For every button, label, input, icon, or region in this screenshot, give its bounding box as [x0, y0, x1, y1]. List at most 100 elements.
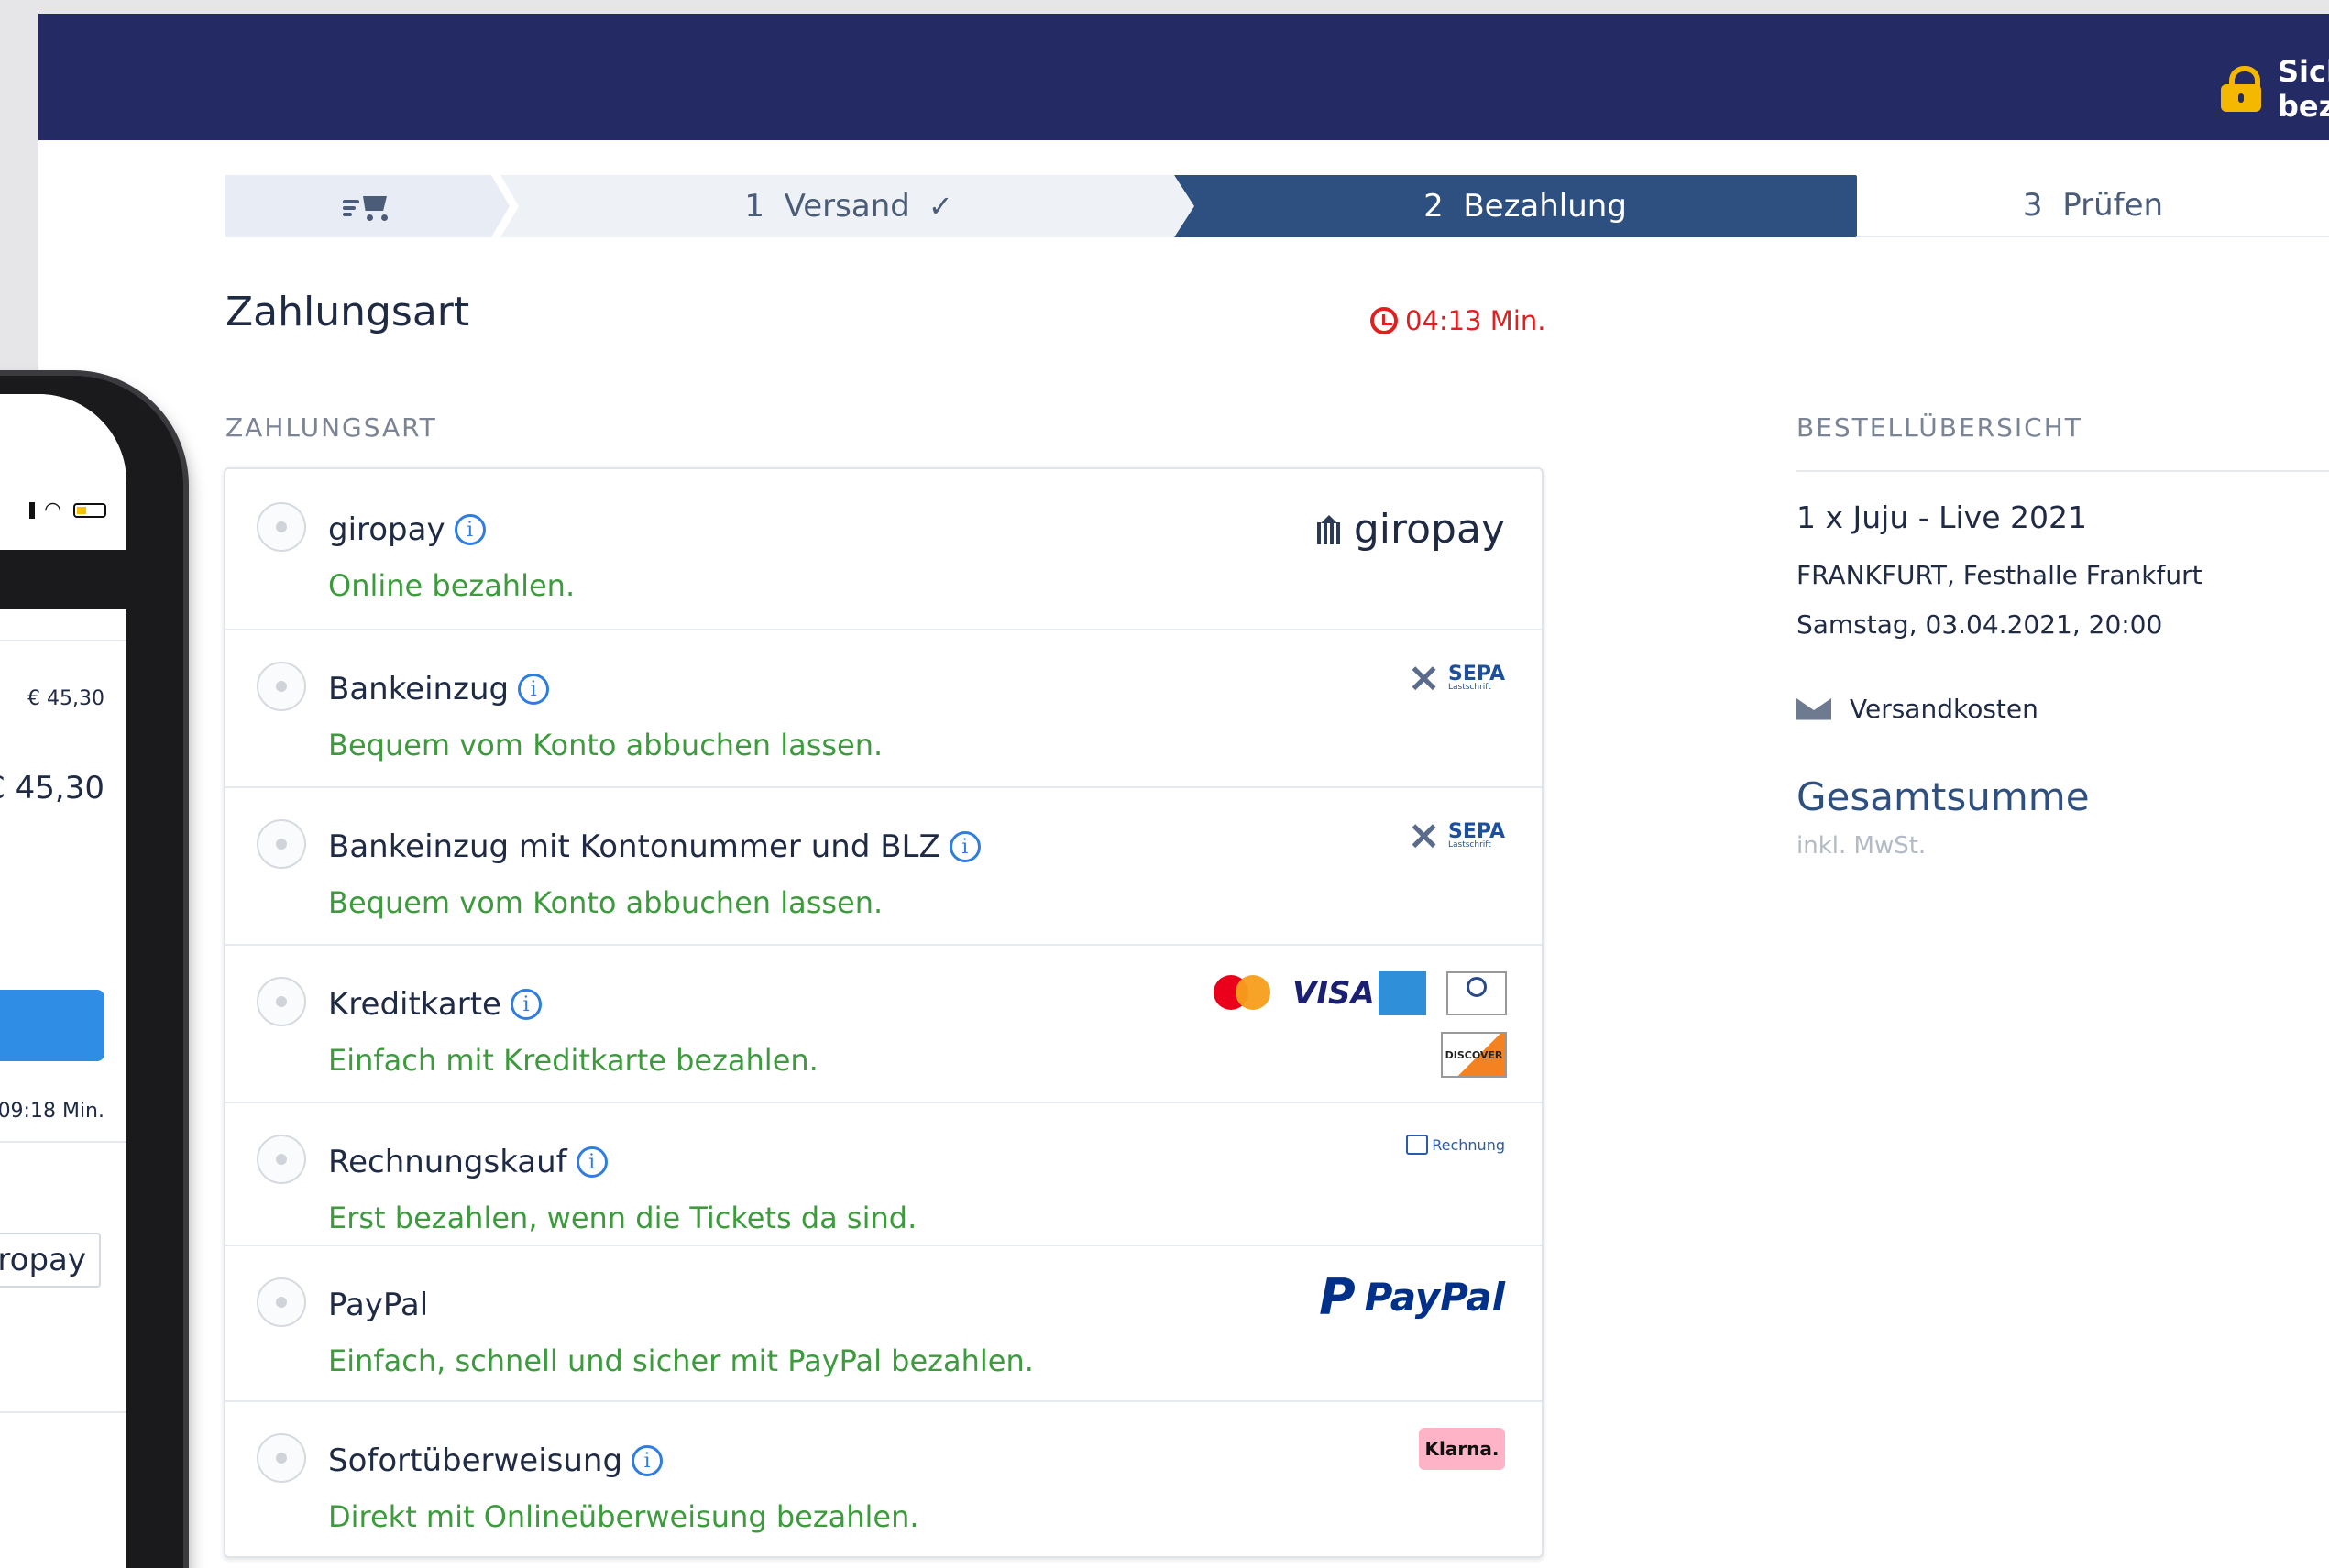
payment-methods-list: giropay i Online bezahlen. giropay Banke… [224, 467, 1544, 1558]
rechnung-logo: Rechnung [1406, 1135, 1505, 1155]
checkout-page: Sicher bezahlen 1 Versand ✓ 2 [38, 14, 2329, 1568]
step-number: 2 [1423, 188, 1444, 225]
sepa-mark-icon: ⨯ [1407, 654, 1441, 701]
info-icon[interactable]: i [454, 514, 486, 545]
payment-description: Direkt mit Onlineüberweisung bezahlen. [328, 1499, 919, 1534]
info-icon[interactable]: i [949, 831, 981, 862]
payment-option-bankeinzug[interactable]: Bankeinzug i Bequem vom Konto abbuchen l… [225, 629, 1542, 788]
reservation-timer: 04:13 Min. [1370, 305, 1545, 336]
phone-price-total: € 45,30 [0, 770, 104, 806]
top-header: Sicher bezahlen [38, 14, 2329, 140]
payment-option-giropay[interactable]: giropay i Online bezahlen. giropay [225, 469, 1542, 630]
step-number: 1 [744, 188, 764, 225]
amex-icon [1379, 971, 1426, 1015]
payment-name-text: Rechnungskauf [328, 1144, 567, 1180]
payment-name: Bankeinzug i [328, 671, 550, 707]
lock-icon [2221, 66, 2261, 112]
paypal-logo-text: PayPal [1364, 1275, 1505, 1320]
rechnung-logo-text: Rechnung [1432, 1135, 1505, 1154]
payment-name-text: Bankeinzug mit Kontonummer und BLZ [328, 828, 940, 865]
order-location: FRANKFURT, Festhalle Frankfurt [1796, 560, 2203, 590]
total-label: Gesamtsumme [1796, 774, 2090, 819]
giropay-logo: giropay [1315, 506, 1505, 553]
step-versand[interactable]: 1 Versand ✓ [500, 175, 1197, 237]
payment-name-text: Kreditkarte [328, 986, 501, 1023]
payment-description: Erst bezahlen, wenn die Tickets da sind. [328, 1201, 917, 1235]
payment-name: Sofortüberweisung i [328, 1442, 664, 1479]
background: Sicher bezahlen 1 Versand ✓ 2 [0, 0, 2329, 1568]
radio-button[interactable] [257, 502, 306, 552]
discover-logo: DISCOVER [1441, 1032, 1507, 1078]
radio-button[interactable] [257, 1135, 306, 1184]
visa-logo: VISA [1292, 975, 1375, 1012]
info-icon[interactable]: i [518, 674, 550, 705]
check-icon: ✓ [928, 189, 953, 224]
payment-description: Einfach, schnell und sicher mit PayPal b… [328, 1343, 1034, 1378]
divider [0, 1411, 126, 1413]
order-date: Samstag, 03.04.2021, 20:00 [1796, 609, 2163, 640]
phone-price-small: € 45,30 [27, 687, 104, 710]
sepa-logo-text: SEPA [1447, 820, 1505, 844]
vat-note: inkl. MwSt. [1796, 832, 1927, 860]
order-section-label: BESTELLÜBERSICHT [1796, 412, 2082, 443]
invoice-icon [1406, 1135, 1429, 1155]
alarm-clock-icon [1370, 307, 1398, 334]
giropay-logo-text: giropay [1353, 506, 1505, 553]
phone-giropay-option[interactable]: giropay [0, 1233, 101, 1288]
payment-name-text: giropay [328, 511, 445, 548]
bank-icon [1315, 514, 1343, 544]
info-icon[interactable]: i [510, 989, 542, 1020]
payment-option-bankeinzug-blz[interactable]: Bankeinzug mit Kontonummer und BLZ i Beq… [225, 786, 1542, 946]
order-item: 1 x Juju - Live 2021 [1796, 499, 2087, 535]
step-cart[interactable] [225, 175, 510, 237]
battery-icon [73, 503, 106, 518]
payment-name-text: Sofortüberweisung [328, 1442, 623, 1479]
mastercard-icon [1214, 971, 1272, 1015]
paypal-p-icon: P [1319, 1268, 1356, 1326]
step-pruefen[interactable]: 3 Prüfen [1857, 175, 2329, 237]
payment-name: Kreditkarte i [328, 986, 542, 1023]
payment-description: Bequem vom Konto abbuchen lassen. [328, 728, 884, 762]
step-label: Versand [784, 188, 910, 225]
shipping-label: Versandkosten [1850, 694, 2038, 724]
phone-continue-button[interactable] [0, 990, 104, 1061]
payment-name: Bankeinzug mit Kontonummer und BLZ i [328, 828, 981, 865]
payment-option-sofortueberweisung[interactable]: Sofortüberweisung i Direkt mit Onlineübe… [225, 1400, 1542, 1554]
radio-button[interactable] [257, 662, 306, 711]
divider [0, 1141, 126, 1143]
sepa-logo: ⨯ SEPA Lastschrift [1407, 658, 1505, 698]
step-label: Bezahlung [1463, 188, 1627, 225]
payment-name-text: Bankeinzug [328, 671, 510, 707]
shipping-costs: Versandkosten [1796, 694, 2038, 724]
step-label: Prüfen [2062, 187, 2164, 224]
payment-description: Einfach mit Kreditkarte bezahlen. [328, 1043, 818, 1078]
payment-name-text: PayPal [328, 1287, 429, 1323]
payment-description: Bequem vom Konto abbuchen lassen. [328, 885, 884, 920]
payment-name: giropay i [328, 511, 486, 548]
payment-option-kreditkarte[interactable]: Kreditkarte i Einfach mit Kreditkarte be… [225, 944, 1542, 1103]
step-bezahlung[interactable]: 2 Bezahlung [1174, 175, 1876, 237]
divider [0, 640, 126, 641]
step-number: 3 [2022, 187, 2043, 224]
payment-option-rechnungskauf[interactable]: Rechnungskauf i Erst bezahlen, wenn die … [225, 1102, 1542, 1246]
radio-button[interactable] [257, 819, 306, 869]
sepa-logo-text: SEPA [1447, 663, 1505, 686]
radio-button[interactable] [257, 1277, 306, 1327]
timer-text: 04:13 Min. [1405, 305, 1546, 336]
divider [1796, 470, 2329, 472]
radio-button[interactable] [257, 977, 306, 1026]
checkout-stepper: 1 Versand ✓ 2 Bezahlung 3 Prüfen [225, 175, 2329, 237]
sepa-logo-subtext: Lastschrift [1447, 682, 1491, 692]
radio-button[interactable] [257, 1433, 306, 1483]
info-icon[interactable]: i [576, 1146, 608, 1178]
wifi-icon: ◠ [44, 499, 62, 521]
phone-header-bar [0, 550, 126, 609]
info-icon[interactable]: i [632, 1445, 664, 1476]
diners-club-icon [1446, 971, 1507, 1015]
payment-name: PayPal [328, 1287, 428, 1323]
sepa-logo: ⨯ SEPA Lastschrift [1407, 816, 1505, 856]
credit-card-logos: VISA DISCOVER [1214, 971, 1507, 1085]
payment-description: Online bezahlen. [328, 568, 576, 603]
secure-text: Sicher bezahlen [2278, 54, 2329, 124]
payment-option-paypal[interactable]: PayPal Einfach, schnell und sicher mit P… [225, 1245, 1542, 1402]
